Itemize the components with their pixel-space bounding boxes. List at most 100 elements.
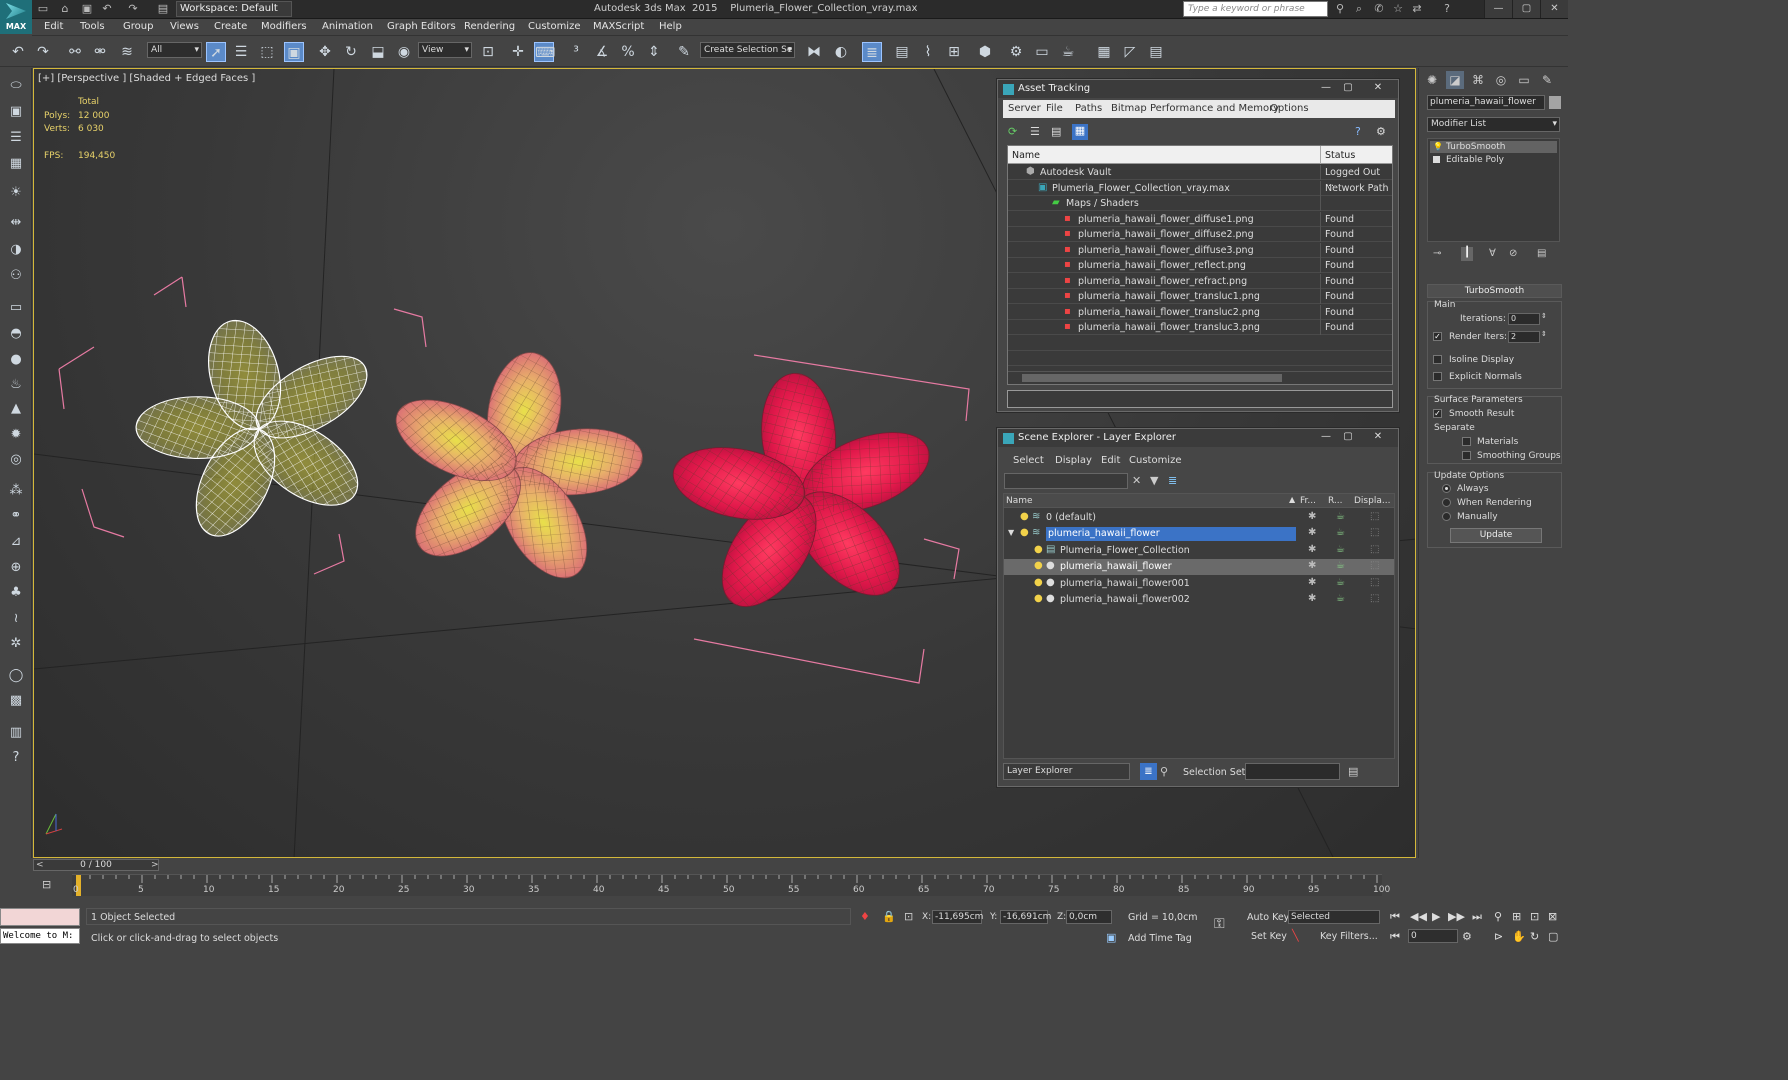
flower-wireframe-selected[interactable]: [105, 287, 412, 568]
menu-create[interactable]: Create: [214, 21, 247, 32]
spinner-arrows-icon[interactable]: ⇕: [1541, 330, 1547, 338]
materials-checkbox[interactable]: [1462, 437, 1471, 446]
bind-space-warp-icon[interactable]: ≋: [117, 42, 137, 62]
scene-col-render[interactable]: R...: [1328, 496, 1343, 506]
display-box-icon[interactable]: ⬚: [1370, 527, 1379, 538]
close-window-button[interactable]: ✕: [1540, 0, 1568, 18]
menu-group[interactable]: Group: [123, 21, 153, 32]
scene-menu-customize[interactable]: Customize: [1129, 455, 1182, 466]
edit-named-selection-icon[interactable]: ✎: [674, 42, 694, 62]
rectangle-selection-icon[interactable]: ⬚: [257, 42, 277, 62]
menu-edit[interactable]: Edit: [44, 21, 63, 32]
mirror-icon[interactable]: ⧓: [804, 42, 824, 62]
scene-col-freeze[interactable]: Fr...: [1300, 496, 1316, 506]
viewport-label[interactable]: [+] [Perspective ] [Shaded + Edged Faces…: [38, 73, 255, 84]
auto-key-button[interactable]: Auto Key: [1247, 912, 1289, 923]
turbosmooth-rollout-header[interactable]: TurboSmooth: [1427, 284, 1562, 298]
time-configuration-icon[interactable]: ⚙: [1462, 930, 1472, 943]
search-input[interactable]: Type a keyword or phrase: [1183, 1, 1328, 17]
asset-row[interactable]: ▪ plumeria_hawaii_flower_diffuse2.png Foun…: [1008, 227, 1392, 242]
asset-row[interactable]: ▪ plumeria_hawaii_flower_transluc1.png Fou…: [1008, 289, 1392, 304]
select-by-name-icon[interactable]: ☰: [231, 42, 251, 62]
update-button[interactable]: Update: [1450, 528, 1542, 543]
select-and-scale-icon[interactable]: ⬓: [368, 42, 388, 62]
clear-search-icon[interactable]: ✕: [1132, 474, 1141, 487]
render-iters-checkbox[interactable]: ✓: [1433, 332, 1442, 341]
menu-views[interactable]: Views: [170, 21, 199, 32]
selection-set-dropdown[interactable]: [1245, 763, 1340, 780]
torus-icon[interactable]: ◎: [5, 450, 27, 470]
menu-customize[interactable]: Customize: [528, 21, 581, 32]
asset-row[interactable]: ▪ plumeria_hawaii_flower_refract.png Found: [1008, 273, 1392, 289]
scene-menu-display[interactable]: Display: [1055, 455, 1092, 466]
cloth-icon[interactable]: ✲: [5, 634, 27, 654]
modify-tab-icon[interactable]: ◪: [1446, 71, 1464, 89]
y-coordinate-field[interactable]: -16,691cm: [1000, 910, 1051, 924]
viewport-layout-icon[interactable]: ▣: [5, 102, 27, 122]
scene-menu-select[interactable]: Select: [1013, 455, 1044, 466]
cone-icon[interactable]: ▲: [5, 399, 27, 419]
mini-curve-editor-icon[interactable]: ⊟: [42, 878, 51, 891]
maximize-panel-button[interactable]: ▢: [1338, 81, 1358, 96]
key-filters-button[interactable]: Key Filters...: [1320, 931, 1378, 942]
select-object-icon[interactable]: ➚: [206, 42, 226, 62]
slider-prev-icon[interactable]: <: [36, 860, 44, 870]
explorer-type-dropdown[interactable]: Layer Explorer: [1003, 763, 1130, 780]
play-icon[interactable]: ▶: [1432, 910, 1440, 923]
asset-row[interactable]: ▪ plumeria_hawaii_flower_transluc3.png Fou…: [1008, 320, 1392, 335]
object-name-field[interactable]: plumeria_hawaii_flower: [1427, 95, 1545, 110]
helper-icon[interactable]: ⊿: [5, 532, 27, 552]
asset-col-status[interactable]: Status: [1325, 150, 1355, 161]
visibility-bulb-icon[interactable]: ●: [1034, 560, 1043, 571]
filter-icon[interactable]: ▼: [1150, 474, 1158, 487]
percent-snap-icon[interactable]: %: [618, 42, 638, 62]
hierarchy-tab-icon[interactable]: ⌘: [1469, 71, 1487, 89]
asset-menu-file[interactable]: File: [1046, 103, 1063, 114]
render-iterative-icon[interactable]: ▦: [1094, 42, 1114, 62]
freeze-icon[interactable]: ✱: [1308, 527, 1316, 538]
maxscript-listener-field[interactable]: Welcome to M:: [0, 928, 80, 944]
freeze-icon[interactable]: ✱: [1308, 544, 1316, 555]
asset-col-name[interactable]: Name: [1012, 150, 1040, 161]
cylinder-icon[interactable]: ◓: [5, 324, 27, 344]
flower-red[interactable]: [654, 360, 954, 630]
named-selection-dropdown[interactable]: Create Selection Se: [700, 42, 795, 58]
expand-arrow-icon[interactable]: ▼: [1008, 528, 1014, 537]
z-coordinate-field[interactable]: 0,0cm: [1066, 910, 1112, 924]
pointer-icon[interactable]: ♦: [860, 910, 870, 923]
zoom-extents-icon[interactable]: ⊡: [1530, 910, 1539, 923]
grid-icon[interactable]: ▦: [5, 154, 27, 174]
minimize-window-button[interactable]: —: [1484, 0, 1512, 18]
display-tab-icon[interactable]: ▭: [1515, 71, 1533, 89]
undo-icon[interactable]: ↶: [100, 2, 114, 16]
scene-tree-row[interactable]: ● ≋ 0 (default) ✱ ☕ ⬚: [1004, 510, 1394, 526]
menu-tools[interactable]: Tools: [80, 21, 105, 32]
minimize-panel-button[interactable]: —: [1316, 81, 1336, 96]
make-unique-icon[interactable]: ∀: [1489, 248, 1496, 259]
ribbon-toggle-icon[interactable]: ▤: [1146, 42, 1166, 62]
menu-animation[interactable]: Animation: [322, 21, 373, 32]
asset-row[interactable]: ▰ Maps / Shaders: [1008, 196, 1392, 211]
visibility-bulb-icon[interactable]: ●: [1020, 527, 1029, 538]
open-file-icon[interactable]: ⌂: [58, 2, 72, 16]
layer-explorer-toggle-icon[interactable]: ≣: [1140, 763, 1157, 780]
asset-row[interactable]: ▪ plumeria_hawaii_flower_reflect.png Found: [1008, 258, 1392, 273]
selection-filter-dropdown[interactable]: All: [147, 42, 202, 58]
asset-menu-bitmap-performance[interactable]: Bitmap Performance and Memory: [1111, 103, 1279, 114]
save-file-icon[interactable]: ▣: [80, 2, 94, 16]
menu-modifiers[interactable]: Modifiers: [261, 21, 307, 32]
menu-graph-editors[interactable]: Graph Editors: [387, 21, 456, 32]
renderable-teapot-icon[interactable]: ☕: [1336, 593, 1345, 604]
asset-row[interactable]: ▪ plumeria_hawaii_flower_transluc2.png Fou…: [1008, 304, 1392, 320]
camera-icon[interactable]: ⚇: [5, 266, 27, 286]
visibility-bulb-icon[interactable]: ●: [1020, 511, 1029, 522]
render-production-icon[interactable]: ☕: [1058, 42, 1078, 62]
render-setup-icon[interactable]: ⚙: [1006, 42, 1026, 62]
toggle-scene-explorer-icon[interactable]: ≣: [862, 42, 882, 62]
rendered-frame-window-icon[interactable]: ▭: [1032, 42, 1052, 62]
scene-col-display[interactable]: Displa...: [1354, 496, 1390, 506]
material-editor-icon[interactable]: ⬢: [975, 42, 995, 62]
freeze-icon[interactable]: ✱: [1308, 593, 1316, 604]
current-frame-field[interactable]: 0: [1408, 929, 1458, 943]
scene-search-input[interactable]: [1004, 473, 1128, 489]
